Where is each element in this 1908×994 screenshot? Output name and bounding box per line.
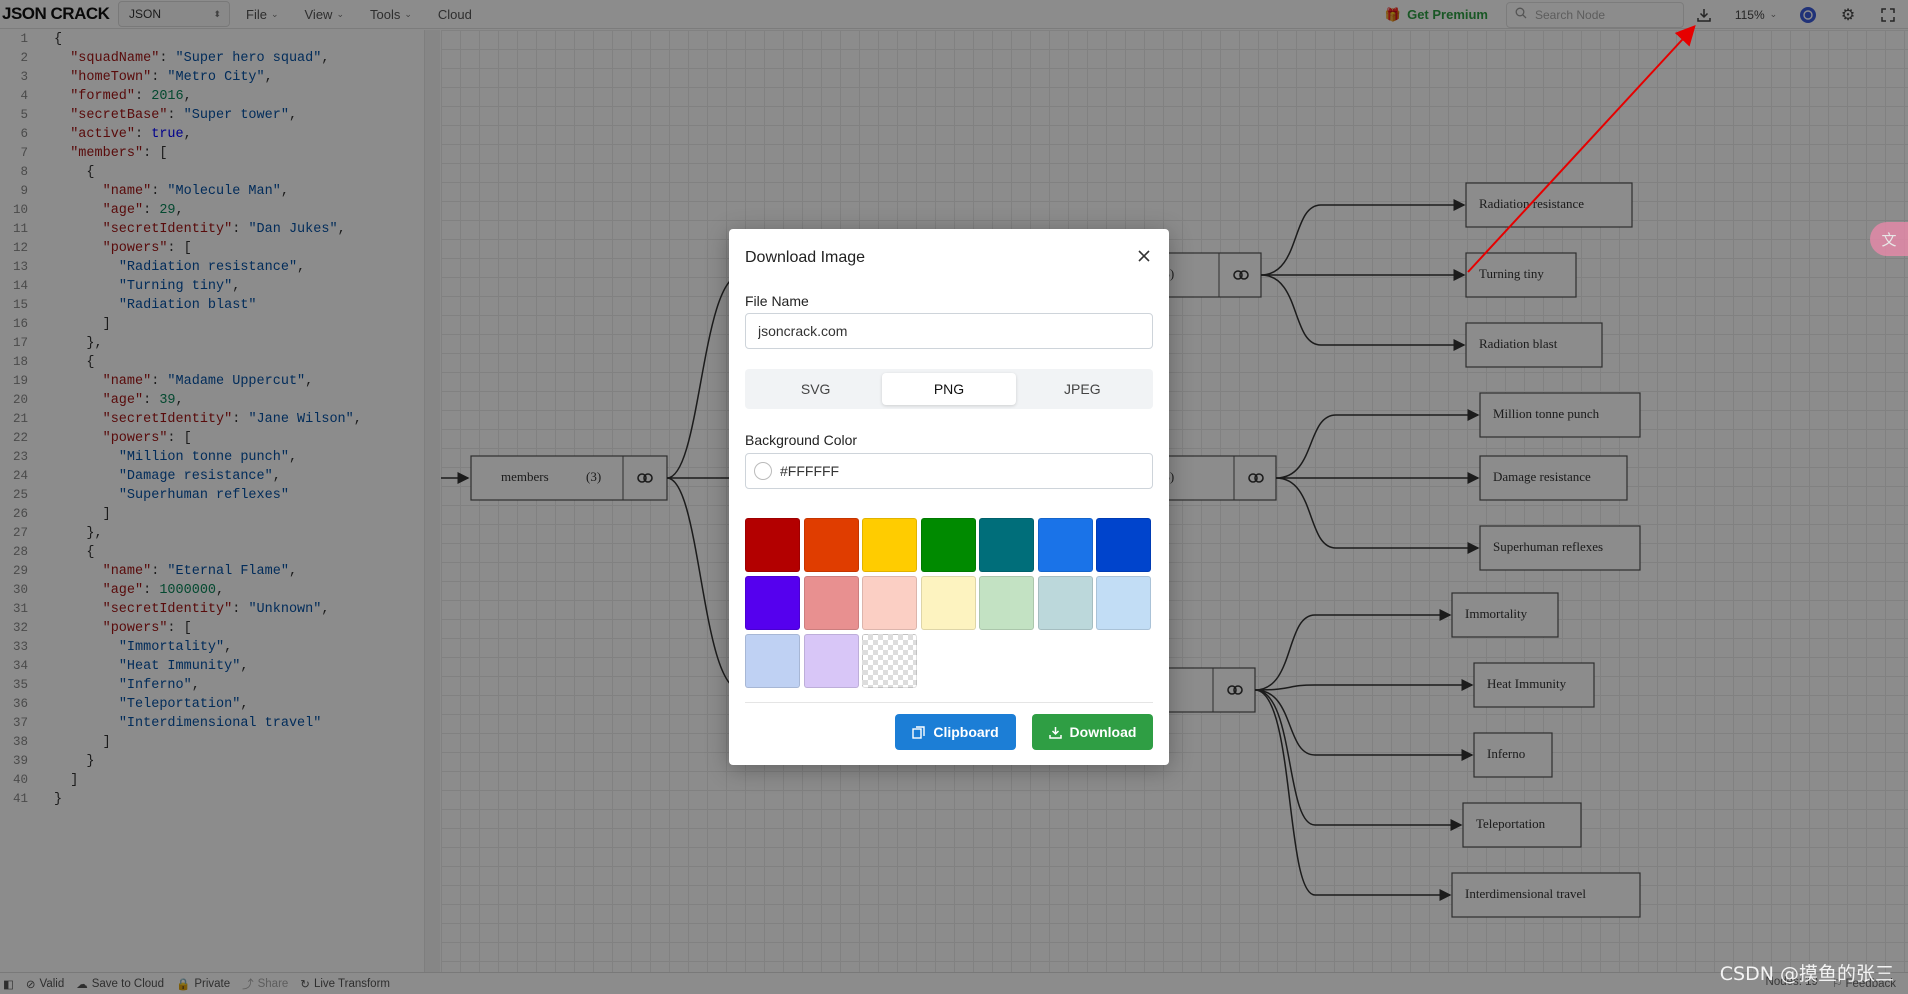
color-swatch[interactable] xyxy=(745,518,800,572)
format-segmented-control: SVG PNG JPEG xyxy=(745,369,1153,409)
clipboard-label: Clipboard xyxy=(933,724,999,740)
color-swatch[interactable] xyxy=(862,518,917,572)
translate-widget-icon[interactable]: 文 xyxy=(1870,222,1908,256)
color-swatch[interactable] xyxy=(920,518,976,572)
format-option-jpeg[interactable]: JPEG xyxy=(1016,373,1149,405)
modal-title: Download Image xyxy=(745,249,866,266)
color-swatch[interactable] xyxy=(803,576,859,630)
color-swatch[interactable] xyxy=(979,518,1034,572)
color-preview-swatch xyxy=(754,462,772,480)
background-color-label: Background Color xyxy=(745,432,858,448)
clipboard-button[interactable]: Clipboard xyxy=(895,714,1016,750)
watermark: CSDN @摸鱼的张三 xyxy=(1719,963,1894,985)
color-swatch[interactable] xyxy=(1096,576,1151,630)
color-swatch[interactable] xyxy=(1037,518,1093,572)
close-icon[interactable] xyxy=(1133,245,1155,267)
format-option-png[interactable]: PNG xyxy=(882,373,1016,405)
copy-icon xyxy=(912,725,926,739)
app-root: JSON CRACK JSON ⬍ File ⌄ View ⌄ Tools ⌄ Clo… xyxy=(0,0,1908,994)
download-image-modal: Download Image File Name SVG PNG JPEG Ba… xyxy=(729,229,1169,765)
modal-divider xyxy=(745,702,1153,703)
download-icon xyxy=(1048,726,1062,739)
color-swatch[interactable] xyxy=(745,576,800,630)
color-swatch[interactable] xyxy=(803,634,859,688)
color-swatch[interactable] xyxy=(979,576,1034,630)
file-name-label: File Name xyxy=(745,293,809,309)
color-swatch[interactable] xyxy=(803,518,859,572)
format-option-svg[interactable]: SVG xyxy=(749,373,882,405)
color-swatch[interactable] xyxy=(1096,518,1151,572)
background-color-input[interactable]: #FFFFFF xyxy=(745,453,1153,489)
download-button[interactable]: Download xyxy=(1032,714,1153,750)
background-color-value: #FFFFFF xyxy=(780,463,840,479)
color-swatch[interactable] xyxy=(1037,576,1093,630)
color-swatch-grid xyxy=(745,518,1153,688)
download-label: Download xyxy=(1069,724,1137,740)
color-swatch[interactable] xyxy=(920,576,976,630)
color-swatch[interactable] xyxy=(862,634,917,688)
color-swatch[interactable] xyxy=(745,634,800,688)
file-name-input[interactable] xyxy=(745,313,1153,349)
color-swatch[interactable] xyxy=(862,576,917,630)
